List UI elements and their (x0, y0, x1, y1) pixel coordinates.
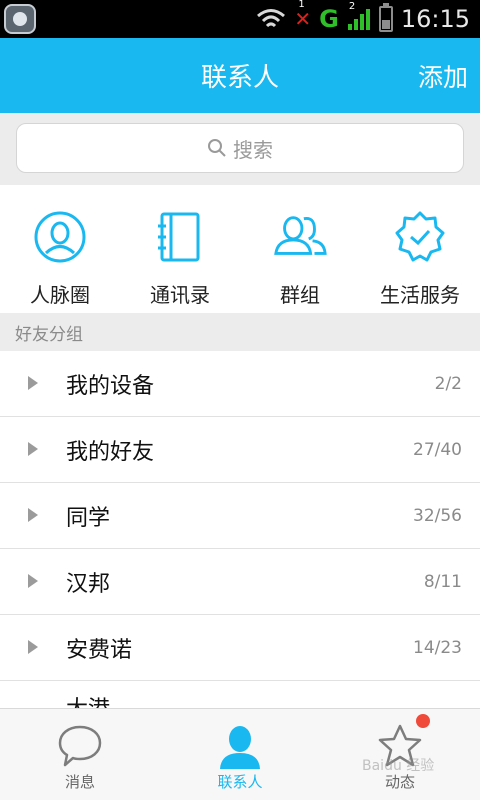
group-row[interactable]: 我的设备 2/2 (0, 351, 480, 417)
group-name: 安费诺 (66, 637, 133, 663)
group-count: 27/40 (413, 439, 462, 460)
tab-contacts[interactable]: 联系人 (160, 709, 320, 800)
contact-person-icon (217, 723, 263, 769)
feature-groups[interactable]: 群组 (240, 185, 360, 313)
title-bar: 联系人 添加 (0, 38, 480, 113)
feature-label: 生活服务 (380, 283, 460, 307)
address-book-icon (152, 209, 208, 265)
expand-arrow-icon (28, 376, 38, 390)
battery-icon (378, 3, 393, 32)
tab-messages[interactable]: 消息 (0, 709, 160, 800)
bottom-tab-bar: 消息 联系人 动态 (0, 708, 480, 800)
status-bar: 1 ✕ G 2 16:15 (0, 0, 480, 38)
network-type: G (319, 5, 339, 33)
feature-address-book[interactable]: 通讯录 (120, 185, 240, 313)
status-time: 16:15 (400, 5, 470, 33)
contacts-screen: 1 ✕ G 2 16:15 联系人 添加 搜索 人脉圈 通讯录 群组 生活服务 … (0, 0, 480, 800)
add-button[interactable]: 添加 (418, 58, 468, 94)
page-title: 联系人 (200, 63, 279, 93)
notification-dot (416, 714, 430, 728)
search-input[interactable]: 搜索 (16, 123, 464, 173)
expand-arrow-icon (28, 640, 38, 654)
feature-contacts-circle[interactable]: 人脉圈 (0, 185, 120, 313)
feature-label: 群组 (280, 283, 320, 307)
expand-arrow-icon (28, 574, 38, 588)
search-area: 搜索 (0, 113, 480, 185)
group-name: 我的设备 (66, 373, 155, 399)
watermark: Baidu 经验 (362, 758, 435, 774)
group-count: 32/56 (413, 505, 462, 526)
group-row[interactable]: 我的好友 27/40 (0, 417, 480, 483)
group-name: 汉邦 (66, 571, 111, 597)
group-row[interactable]: 同学 32/56 (0, 483, 480, 549)
group-count: 14/23 (413, 637, 462, 658)
friend-group-list: 我的设备 2/2 我的好友 27/40 同学 32/56 汉邦 8/11 安费诺… (0, 351, 480, 711)
group-name: 同学 (66, 505, 111, 531)
wifi-icon (256, 7, 286, 31)
app-notification-icon (4, 4, 36, 34)
no-signal-icon: 1 ✕ (294, 0, 312, 31)
feature-label: 人脉圈 (30, 283, 90, 307)
search-placeholder: 搜索 (233, 137, 273, 162)
expand-arrow-icon (28, 442, 38, 456)
group-name: 我的好友 (66, 439, 155, 465)
group-icon (272, 209, 328, 265)
signal-bars-icon: 2 (347, 1, 371, 31)
sim1-index: 1 (298, 0, 305, 10)
search-icon (207, 138, 227, 158)
group-row-partial[interactable]: 大港 (0, 681, 480, 711)
friend-groups-header: 好友分组 (0, 313, 480, 351)
chat-bubble-icon (57, 723, 103, 769)
person-circle-icon (32, 209, 88, 265)
tab-label: 联系人 (217, 773, 263, 791)
group-count: 2/2 (434, 373, 462, 394)
group-row[interactable]: 安费诺 14/23 (0, 615, 480, 681)
group-row[interactable]: 汉邦 8/11 (0, 549, 480, 615)
sim2-index: 2 (348, 1, 356, 12)
expand-arrow-icon (28, 508, 38, 522)
tab-label: 消息 (64, 773, 95, 791)
badge-check-icon (392, 209, 448, 265)
feature-label: 通讯录 (150, 283, 210, 307)
group-count: 8/11 (423, 571, 462, 592)
feature-life-services[interactable]: 生活服务 (360, 185, 480, 313)
feature-shortcuts: 人脉圈 通讯录 群组 生活服务 (0, 185, 480, 313)
